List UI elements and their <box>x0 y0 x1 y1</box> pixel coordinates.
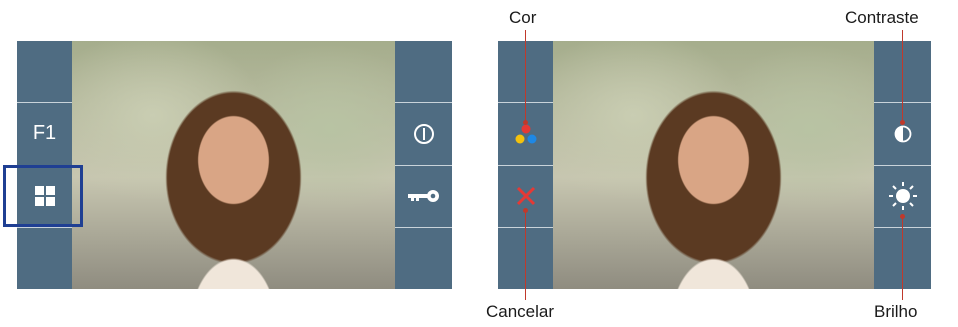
leader-dot-cancelar <box>523 208 528 213</box>
key-icon <box>407 190 439 203</box>
close-icon <box>516 187 535 206</box>
left-panel-empty-top-button[interactable] <box>17 41 72 102</box>
f1-button[interactable]: F1 <box>17 102 72 164</box>
right-panel-empty-bottom-button[interactable] <box>395 226 452 289</box>
color-icon <box>515 124 536 144</box>
contrast-icon <box>894 125 911 143</box>
callout-brilho: Brilho <box>874 302 918 321</box>
leader-dot-contraste <box>900 120 905 125</box>
video-feed-left <box>72 41 395 289</box>
leader-cancelar <box>525 210 526 300</box>
door-open-button[interactable] <box>395 164 452 227</box>
left-panel-empty-bottom-button[interactable] <box>17 226 72 289</box>
leader-dot-brilho <box>900 214 905 219</box>
callout-contraste: Contraste <box>845 8 919 27</box>
left-screen-right-panel <box>395 41 452 289</box>
video-feed-right <box>553 41 874 289</box>
selection-highlight <box>3 165 83 227</box>
callout-cancelar: Cancelar <box>486 302 555 321</box>
right-panel-empty-top-button[interactable] <box>395 41 452 102</box>
leader-brilho <box>902 216 903 300</box>
right-screen <box>498 41 931 289</box>
f1-label: F1 <box>32 122 57 145</box>
leader-cor <box>525 30 526 122</box>
power-button[interactable] <box>395 102 452 164</box>
leader-dot-cor <box>523 120 528 125</box>
callout-cor: Cor <box>509 8 537 27</box>
leader-contraste <box>902 30 903 122</box>
power-icon <box>413 123 434 144</box>
brightness-icon <box>888 182 917 211</box>
